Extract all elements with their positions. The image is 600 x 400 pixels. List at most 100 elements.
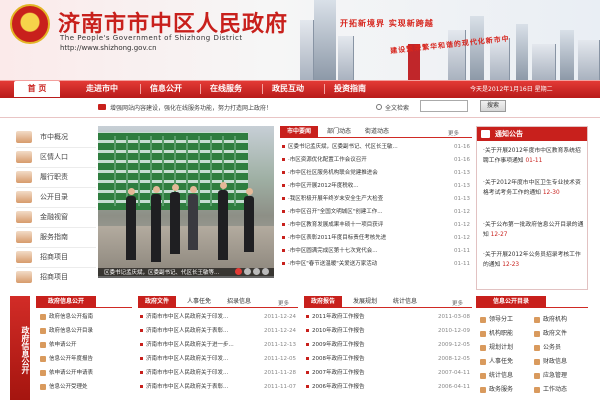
file-row[interactable]: 济南市市中区人民政府关于印发... 2011-12-05 xyxy=(140,354,298,365)
tab-zhengfu-wenjian[interactable]: 政府文件 xyxy=(138,296,176,308)
search-button[interactable]: 搜索 xyxy=(480,100,506,112)
report-row[interactable]: 2007年政府工作报告 2007-04-11 xyxy=(306,368,472,379)
catalog-link[interactable]: 应急管理 xyxy=(534,368,584,383)
news-item[interactable]: 区委书记孟庆斌，区委副书记、代区长王敏... 01-16 xyxy=(282,142,472,153)
list-item[interactable]: 信息公开受理处 xyxy=(40,382,132,393)
more-link[interactable]: 更多 xyxy=(278,299,289,307)
bullet-icon xyxy=(140,329,143,332)
more-link[interactable]: 更多 xyxy=(448,129,459,137)
catalog-link[interactable]: 公务员 xyxy=(534,340,584,355)
sidebar-item-mulu[interactable]: 公开目录 xyxy=(16,188,96,206)
news-item[interactable]: ·市中区圆满完成区第十七次党代会... 01-11 xyxy=(282,246,472,257)
carousel-dot[interactable] xyxy=(253,268,260,275)
more-link[interactable]: 更多 xyxy=(452,299,463,307)
catalog-link[interactable]: 工作动态 xyxy=(534,382,584,397)
nav-item-touzi[interactable]: 投资指南 xyxy=(334,83,366,95)
catalog-link[interactable]: 政府机构 xyxy=(534,312,584,327)
sidebar-item-zhize[interactable]: 履行职责 xyxy=(16,168,96,186)
nav-item-xinxi[interactable]: 信息公开 xyxy=(150,83,182,95)
catalog-link[interactable]: 统计信息 xyxy=(480,368,530,383)
notice-item[interactable]: ·关于2012年度市中区卫生专业技术资格考试考务工作的通知 12-30 xyxy=(483,179,585,198)
bullet-icon xyxy=(306,343,309,346)
tab-shizhong-yaowen[interactable]: 市中要闻 xyxy=(280,126,318,138)
tab-jiedao-dongtai[interactable]: 街道动态 xyxy=(360,126,394,138)
nav-item-zaixian[interactable]: 在线服务 xyxy=(210,83,242,95)
news-item[interactable]: ·市中区开展2012年度税收... 01-13 xyxy=(282,181,472,192)
list-item[interactable]: 依申请公开申请表 xyxy=(40,368,132,379)
news-date: 01-16 xyxy=(454,144,470,150)
sidebar-item-renkou[interactable]: 区情人口 xyxy=(16,148,96,166)
list-item[interactable]: 政府信息公开目录 xyxy=(40,326,132,337)
tab-zhengfu-baogao[interactable]: 政府报告 xyxy=(304,296,342,308)
notice-item[interactable]: ·关于开展2012年度市中区教育系统招聘工作事项通知 01-11 xyxy=(483,147,585,166)
catalog-link[interactable]: 机构职能 xyxy=(480,326,530,341)
list-item[interactable]: 依申请公开 xyxy=(40,340,132,351)
news-item[interactable]: ·市区资源优化配置工作会议召开 01-16 xyxy=(282,155,472,166)
bullet-icon xyxy=(282,184,285,187)
report-row[interactable]: 2009年政府工作报告 2009-12-05 xyxy=(306,340,472,351)
nav-divider xyxy=(262,84,263,94)
news-item[interactable]: ·市中区教育发展成果丰硕十一项目获评 01-12 xyxy=(282,220,472,231)
file-row[interactable]: 济南市市中区人民政府关于表彰... 2011-11-07 xyxy=(140,382,298,393)
tab-tongji-xinxi[interactable]: 统计信息 xyxy=(388,296,422,308)
notice-item[interactable]: ·关于开展2012年公务员招录考核工作的通知 12-23 xyxy=(483,251,585,270)
catalog-link[interactable]: 规划计划 xyxy=(480,340,530,355)
catalog-link[interactable]: 政府文件 xyxy=(534,326,584,341)
nav-home[interactable]: 首 页 xyxy=(14,81,60,97)
report-row[interactable]: 2011年政府工作报告 2011-03-08 xyxy=(306,312,472,323)
list-item[interactable]: 信息公开年度报告 xyxy=(40,354,132,365)
catalog-link[interactable]: 领导分工 xyxy=(480,312,530,327)
catalog-label: 机构职能 xyxy=(489,330,514,337)
file-date: 2011-11-28 xyxy=(264,370,296,376)
catalog-link[interactable]: 政务服务 xyxy=(480,382,530,397)
notice-item[interactable]: ·关于公布第一批政府信息公开目录的通知 12-27 xyxy=(483,221,585,240)
sidebar-item-zhaoshang-1[interactable]: 招商项目 xyxy=(16,248,96,266)
carousel-dot[interactable] xyxy=(262,268,269,275)
news-date: 01-13 xyxy=(454,183,470,189)
news-item[interactable]: ·市中区社区服务机构联合党建推进会 01-13 xyxy=(282,168,472,179)
photo-person xyxy=(244,196,254,252)
news-title: ·市区资源优化配置工作会议召开 xyxy=(288,157,367,163)
file-row[interactable]: 济南市市中区人民政府关于印发... 2011-12-24 xyxy=(140,312,298,323)
tab-fazhan-guihua[interactable]: 发展规划 xyxy=(348,296,382,308)
carousel-dot[interactable] xyxy=(244,268,251,275)
catalog-label: 人事任免 xyxy=(489,358,514,365)
report-row[interactable]: 2010年政府工作报告 2010-12-09 xyxy=(306,326,472,337)
news-photo[interactable] xyxy=(98,126,274,276)
report-row[interactable]: 2006年政府工作报告 2006-04-11 xyxy=(306,382,472,393)
report-row[interactable]: 2008年政府工作报告 2008-12-05 xyxy=(306,354,472,365)
tab-zhaolu-xinxi[interactable]: 招录信息 xyxy=(222,296,256,308)
tab-renshi-renmian[interactable]: 人事任免 xyxy=(182,296,216,308)
list-item-label: 政府信息公开目录 xyxy=(49,328,94,334)
sidebar-item-gaikuang[interactable]: 市中概况 xyxy=(16,128,96,146)
news-item[interactable]: ·我区积极开展年终岁末安全生产大检查 01-13 xyxy=(282,194,472,205)
list-item-label: 信息公开受理处 xyxy=(49,384,88,390)
file-row[interactable]: 济南市市中区人民政府关于进一步... 2011-12-13 xyxy=(140,340,298,351)
catalog-link[interactable]: 财政信息 xyxy=(534,354,584,369)
bullet-icon xyxy=(306,371,309,374)
list-item[interactable]: 政府信息公开指南 xyxy=(40,312,132,323)
bell-icon xyxy=(481,130,490,138)
notice-item-date: 12-27 xyxy=(490,231,508,238)
nav-item-zhengmin[interactable]: 政民互动 xyxy=(272,83,304,95)
catalog-link[interactable]: 人事任免 xyxy=(480,354,530,369)
file-row[interactable]: 济南市市中区人民政府关于印发... 2011-11-28 xyxy=(140,368,298,379)
sidebar-item-jinrong[interactable]: 金融视窗 xyxy=(16,208,96,226)
info-disclosure-banner[interactable]: 政府信息公开 xyxy=(10,296,30,400)
tab-bumen-dongtai[interactable]: 部门动态 xyxy=(322,126,356,138)
nav-item-zoujin[interactable]: 走进市中 xyxy=(86,83,118,95)
carousel-dot[interactable] xyxy=(235,268,242,275)
news-item[interactable]: ·市中区召开"全国文明城区"创建工作... 01-12 xyxy=(282,207,472,218)
skyline-building xyxy=(338,36,354,80)
sidebar-item-zhaoshang-2[interactable]: 招商项目 xyxy=(16,268,96,286)
sidebar-item-fuwu[interactable]: 服务指南 xyxy=(16,228,96,246)
news-date: 01-11 xyxy=(454,248,470,254)
search-input[interactable] xyxy=(420,100,468,112)
photo-person-head xyxy=(190,186,197,193)
file-row[interactable]: 济南市市中区人民政府关于表彰... 2011-12-24 xyxy=(140,326,298,337)
news-item[interactable]: ·市中区"春节送温暖"关爱送万家活动 01-11 xyxy=(282,259,472,270)
skyline-building xyxy=(532,44,556,80)
news-date: 01-13 xyxy=(454,196,470,202)
news-date: 01-12 xyxy=(454,209,470,215)
news-item[interactable]: ·市中区表彰2011年度目标责任考核先进 01-12 xyxy=(282,233,472,244)
